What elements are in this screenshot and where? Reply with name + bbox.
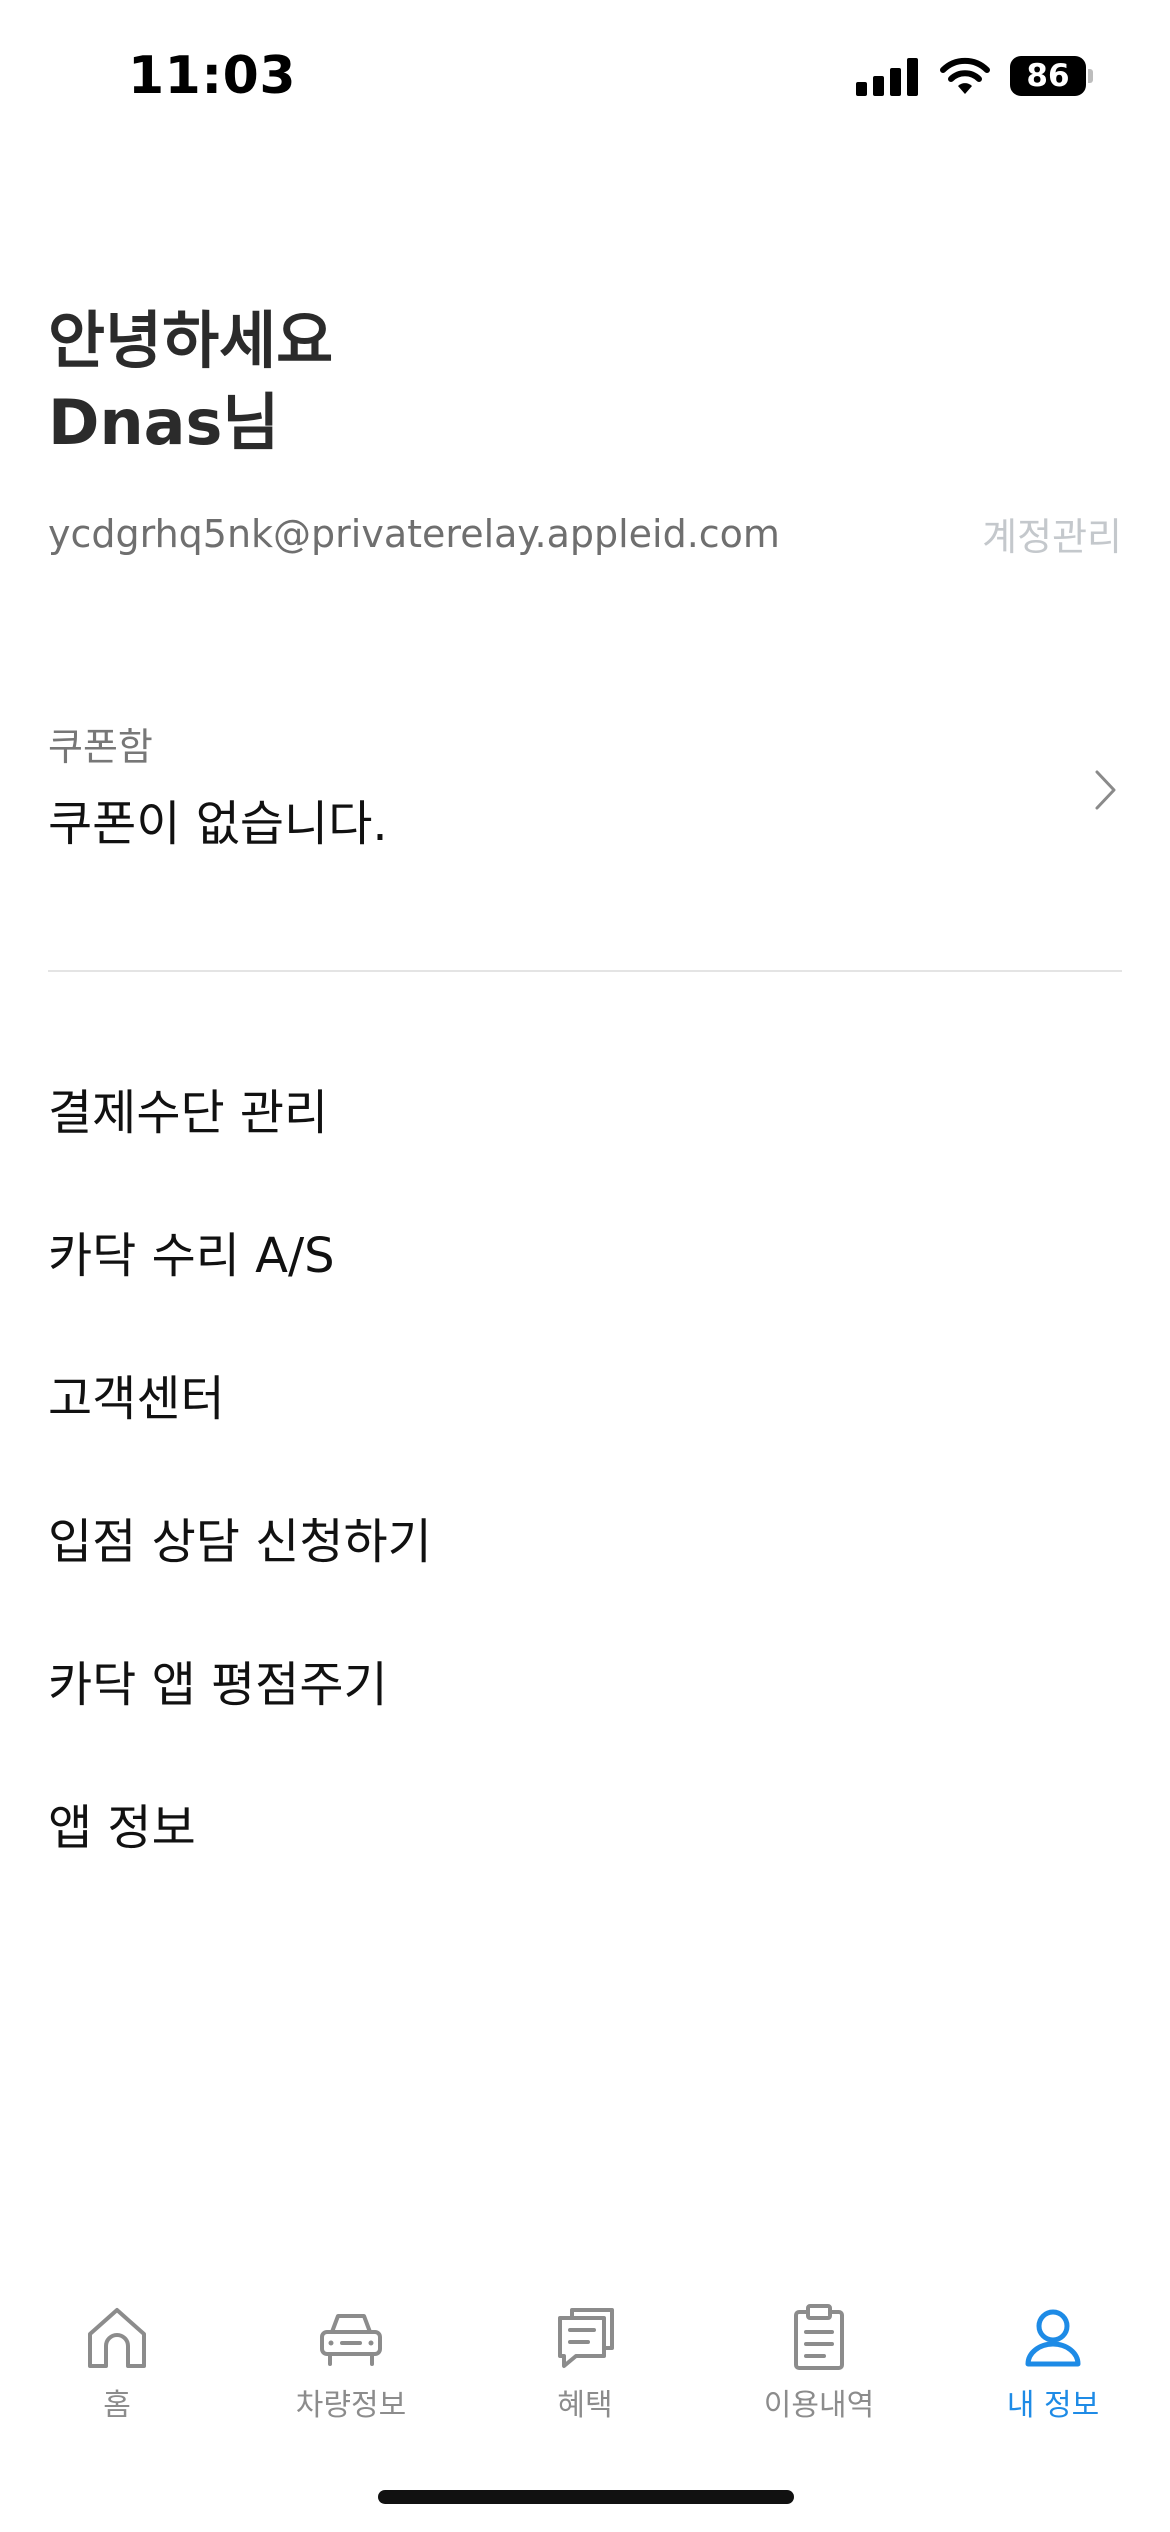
section-divider xyxy=(48,970,1122,972)
status-bar: 11:03 86 xyxy=(0,0,1170,150)
chat-document-icon xyxy=(558,2308,614,2368)
tab-my-info[interactable]: 내 정보 xyxy=(936,2290,1170,2440)
menu-item-app-info[interactable]: 앱 정보 xyxy=(48,1783,1122,1926)
battery-icon: 86 xyxy=(1010,56,1094,96)
tab-home[interactable]: 홈 xyxy=(0,2290,234,2440)
greeting-user-name: Dnas님 xyxy=(48,386,280,459)
menu-item-payment-methods[interactable]: 결제수단 관리 xyxy=(48,1068,1122,1211)
tab-home-label: 홈 xyxy=(103,2388,131,2423)
coupon-box-label: 쿠폰함 xyxy=(48,725,153,769)
tab-benefits-label: 혜택 xyxy=(557,2388,613,2423)
tab-usage-history-label: 이용내역 xyxy=(763,2388,875,2423)
coupon-box-value: 쿠폰이 없습니다. xyxy=(48,796,388,852)
home-icon xyxy=(88,2308,146,2368)
battery-level: 86 xyxy=(1010,56,1086,96)
menu-list: 결제수단 관리 카닥 수리 A/S 고객센터 입점 상담 신청하기 카닥 앱 평… xyxy=(48,1068,1122,1926)
cellular-signal-icon xyxy=(856,58,918,96)
tab-vehicle-info-label: 차량정보 xyxy=(295,2388,407,2423)
menu-item-partner-inquiry[interactable]: 입점 상담 신청하기 xyxy=(48,1497,1122,1640)
menu-item-customer-center[interactable]: 고객센터 xyxy=(48,1354,1122,1497)
account-email: ycdgrhq5nk@privaterelay.appleid.com xyxy=(48,512,780,556)
bottom-tab-bar: 홈 차량정보 혜택 이용내역 내 정보 xyxy=(0,2290,1170,2440)
home-indicator[interactable] xyxy=(378,2490,794,2504)
menu-item-repair-as[interactable]: 카닥 수리 A/S xyxy=(48,1211,1122,1354)
greeting-line-1: 안녕하세요 xyxy=(48,304,334,377)
menu-item-rate-app[interactable]: 카닥 앱 평점주기 xyxy=(48,1640,1122,1783)
tab-vehicle-info[interactable]: 차량정보 xyxy=(234,2290,468,2440)
coupon-box-row[interactable]: 쿠폰함 쿠폰이 없습니다. xyxy=(48,706,1122,856)
tab-my-info-label: 내 정보 xyxy=(1006,2388,1100,2423)
greeting: 안녕하세요 Dnas님 xyxy=(48,300,333,464)
person-icon xyxy=(1025,2309,1081,2367)
status-time: 11:03 xyxy=(128,46,297,106)
account-manage-link[interactable]: 계정관리 xyxy=(982,506,1122,561)
my-info-screen: 11:03 86 안녕하세요 Dnas님 ycdgrhq5nk@privater… xyxy=(0,0,1170,2532)
tab-benefits[interactable]: 혜택 xyxy=(468,2290,702,2440)
clipboard-icon xyxy=(794,2304,844,2370)
tab-usage-history[interactable]: 이용내역 xyxy=(702,2290,936,2440)
car-icon xyxy=(320,2314,382,2366)
wifi-icon xyxy=(940,57,990,94)
chevron-right-icon xyxy=(1095,770,1116,810)
